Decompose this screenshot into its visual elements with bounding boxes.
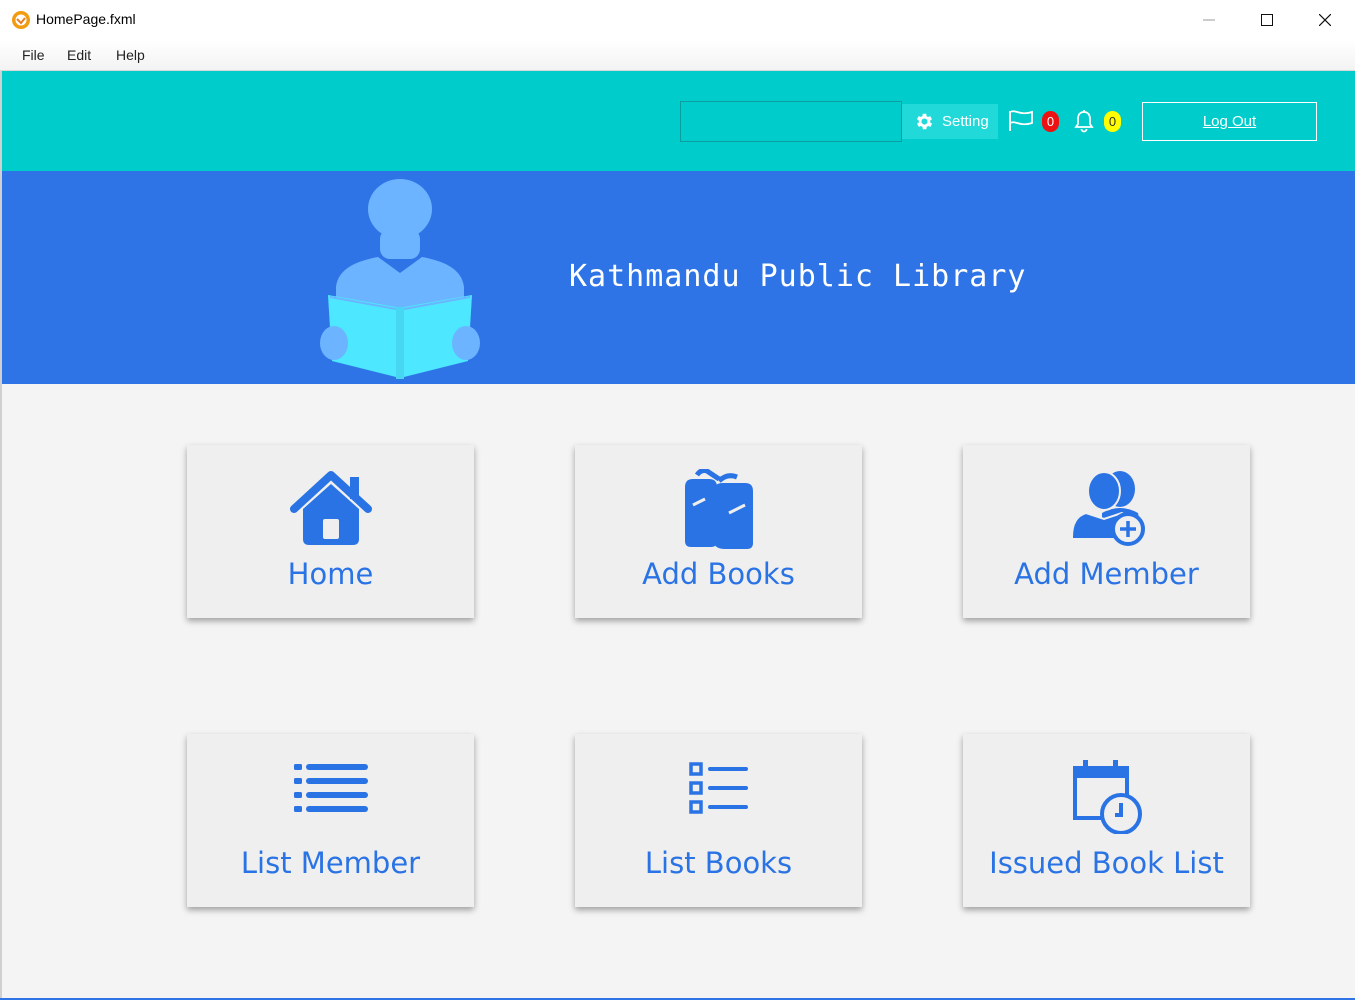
checklist-icon	[688, 762, 748, 814]
logout-button[interactable]: Log Out	[1142, 102, 1317, 141]
menu-help[interactable]: Help	[116, 47, 145, 63]
home-icon	[289, 471, 372, 545]
maximize-icon	[1261, 14, 1273, 26]
app-icon	[12, 11, 30, 29]
flag-icon[interactable]	[1008, 110, 1034, 132]
search-input[interactable]	[680, 101, 902, 142]
menu-bar: File Edit Help	[0, 40, 1355, 71]
list-icon	[293, 764, 368, 812]
dashboard: Home Add Books Add Member List Member Li…	[2, 384, 1355, 998]
setting-label: Setting	[942, 113, 989, 130]
list-member-tile[interactable]: List Member	[187, 734, 474, 907]
issued-book-list-tile-label: Issued Book List	[989, 846, 1224, 880]
maximize-button[interactable]	[1238, 0, 1296, 40]
bell-icon[interactable]	[1073, 109, 1095, 133]
issued-book-list-tile[interactable]: Issued Book List	[963, 734, 1250, 907]
add-member-icon	[1070, 471, 1145, 546]
books-icon	[684, 469, 753, 549]
list-books-tile[interactable]: List Books	[575, 734, 862, 907]
top-bar: Setting 0 0 Log Out	[2, 71, 1355, 171]
list-books-tile-label: List Books	[644, 846, 793, 880]
notification-count-badge: 0	[1104, 111, 1121, 132]
calendar-clock-icon	[1072, 760, 1142, 834]
close-button[interactable]	[1296, 0, 1354, 40]
add-member-tile[interactable]: Add Member	[963, 445, 1250, 618]
library-title: Kathmandu Public Library	[569, 259, 1027, 294]
title-bar: HomePage.fxml	[0, 0, 1355, 40]
reader-icon	[320, 179, 480, 379]
setting-button[interactable]: Setting	[902, 104, 998, 139]
add-books-tile[interactable]: Add Books	[575, 445, 862, 618]
menu-file[interactable]: File	[22, 47, 45, 63]
header-banner: Kathmandu Public Library	[2, 171, 1355, 384]
home-tile-label: Home	[287, 557, 374, 591]
close-icon	[1319, 14, 1331, 26]
add-books-tile-label: Add Books	[642, 557, 795, 591]
home-tile[interactable]: Home	[187, 445, 474, 618]
menu-edit[interactable]: Edit	[67, 47, 91, 63]
list-member-tile-label: List Member	[240, 846, 421, 880]
minimize-button[interactable]	[1180, 0, 1238, 40]
gear-icon	[916, 113, 933, 130]
flag-count-badge: 0	[1042, 111, 1059, 132]
add-member-tile-label: Add Member	[1014, 557, 1199, 591]
window-title: HomePage.fxml	[36, 11, 136, 27]
minimize-icon	[1203, 19, 1215, 21]
